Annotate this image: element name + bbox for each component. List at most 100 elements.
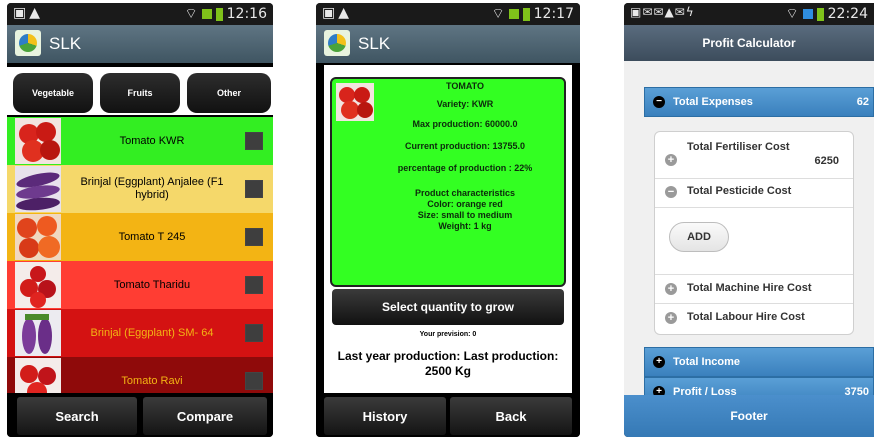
- battery-icon: [215, 7, 223, 21]
- prevision-text: Your prevision: 0: [419, 331, 477, 338]
- fertiliser-value: 6250: [814, 155, 839, 167]
- page-title: Profit Calculator: [624, 25, 874, 61]
- wifi-icon: ⌔: [184, 6, 198, 22]
- notification-icons: ▣✉✉▲✉ϟ: [630, 5, 695, 19]
- eggplant-image: [15, 310, 61, 356]
- pesticide-label: Total Pesticide Cost: [687, 185, 792, 197]
- app-logo-icon: [324, 30, 350, 56]
- status-time: 12:16: [226, 6, 267, 22]
- machine-hire-item[interactable]: + Total Machine Hire Cost: [655, 274, 853, 304]
- status-bar: ▣▲ ⌔ 12:17: [316, 3, 580, 25]
- item-label: Tomato Tharidu: [113, 278, 191, 291]
- search-button[interactable]: Search: [17, 397, 137, 435]
- plus-icon: +: [653, 356, 665, 368]
- wifi-icon: ⌔: [491, 6, 505, 22]
- phone-profit-calculator: ▣✉✉▲✉ϟ ⌔ 22:24 Profit Calculator − Total…: [624, 3, 874, 437]
- add-button[interactable]: ADD: [669, 222, 729, 252]
- minus-icon: −: [665, 186, 677, 198]
- product-name: TOMATO: [446, 81, 484, 91]
- tomato-image: [15, 214, 61, 260]
- app-bar: SLK: [7, 25, 273, 63]
- eggplant-image: [15, 166, 61, 212]
- list-item[interactable]: Tomato Tharidu: [7, 261, 273, 309]
- phone-product-detail: ▣▲ ⌔ 12:17 SLK TOMATO Variety: KWR Max p…: [316, 3, 580, 437]
- calculator-content: − Total Expenses 62 + Total Fertiliser C…: [624, 61, 874, 407]
- expenses-panel: + Total Fertiliser Cost 6250 − Total Pes…: [654, 131, 854, 335]
- labour-hire-item[interactable]: + Total Labour Hire Cost: [655, 304, 853, 332]
- tomato-image: [336, 83, 374, 121]
- bottom-bar: History Back: [316, 393, 580, 437]
- app-bar: SLK: [316, 25, 580, 63]
- app-title: SLK: [49, 34, 82, 53]
- compare-checkbox[interactable]: [245, 228, 263, 246]
- product-size: Size: small to medium: [417, 210, 513, 220]
- app-title: SLK: [358, 34, 391, 53]
- characteristics-title: Product characteristics: [414, 188, 516, 198]
- signal-icon: [802, 9, 813, 19]
- item-label: Tomato KWR: [119, 134, 185, 147]
- production-percentage: percentage of production : 22%: [397, 163, 533, 173]
- notification-icons: ▣▲: [322, 5, 352, 21]
- list-item[interactable]: Brinjal (Eggplant) SM- 64: [7, 309, 273, 357]
- select-quantity-button[interactable]: Select quantity to grow: [332, 289, 564, 325]
- total-expenses-value: 62: [856, 96, 869, 108]
- total-expenses-label: Total Expenses: [673, 96, 753, 108]
- tomato-image: [15, 118, 61, 164]
- status-bar: ▣▲ ⌔ 12:16: [7, 3, 273, 25]
- tab-fruits[interactable]: Fruits: [100, 73, 180, 113]
- status-bar: ▣✉✉▲✉ϟ ⌔ 22:24: [624, 3, 874, 25]
- tomato-image: [15, 262, 61, 308]
- tab-vegetable[interactable]: Vegetable: [13, 73, 93, 113]
- max-production: Max production: 60000.0: [412, 119, 518, 129]
- list-item[interactable]: Tomato KWR: [7, 117, 273, 165]
- total-income-header[interactable]: + Total Income: [644, 347, 874, 377]
- plus-icon: +: [665, 312, 677, 324]
- minus-icon: −: [653, 96, 665, 108]
- battery-icon: [816, 7, 824, 21]
- item-label: Tomato T 245: [118, 230, 186, 243]
- signal-icon: [201, 9, 212, 19]
- signal-icon: [508, 9, 519, 19]
- total-expenses-header[interactable]: − Total Expenses 62: [644, 87, 874, 117]
- footer: Footer: [624, 395, 874, 437]
- item-label: Brinjal (Eggplant) SM- 64: [90, 326, 214, 339]
- compare-checkbox[interactable]: [245, 276, 263, 294]
- total-income-label: Total Income: [673, 356, 741, 368]
- tab-other[interactable]: Other: [187, 73, 271, 113]
- app-logo-icon: [15, 30, 41, 56]
- labour-hire-label: Total Labour Hire Cost: [687, 311, 805, 323]
- list-item[interactable]: Tomato T 245: [7, 213, 273, 261]
- compare-checkbox[interactable]: [245, 324, 263, 342]
- compare-checkbox[interactable]: [245, 180, 263, 198]
- tomato-image: [15, 358, 61, 395]
- last-year-production: Last year production: Last production: 2…: [337, 349, 559, 378]
- compare-checkbox[interactable]: [245, 132, 263, 150]
- product-variety: Variety: KWR: [436, 99, 494, 109]
- battery-icon: [522, 7, 530, 21]
- machine-hire-label: Total Machine Hire Cost: [687, 282, 812, 294]
- item-label: Brinjal (Eggplant) Anjalee (F1 hybrid): [80, 176, 224, 201]
- compare-button[interactable]: Compare: [143, 397, 267, 435]
- produce-list: Tomato KWR Brinjal (Eggplant) Anjalee (F…: [7, 117, 273, 395]
- back-button[interactable]: Back: [450, 397, 572, 435]
- status-time: 22:24: [827, 6, 868, 22]
- status-time: 12:17: [533, 6, 574, 22]
- list-item[interactable]: Tomato Ravi: [7, 357, 273, 395]
- product-weight: Weight: 1 kg: [438, 221, 492, 231]
- compare-checkbox[interactable]: [245, 372, 263, 390]
- category-tabs: Vegetable Fruits Other: [7, 67, 273, 115]
- product-color: Color: orange red: [427, 199, 503, 209]
- plus-icon: +: [665, 154, 677, 166]
- item-label: Tomato Ravi: [121, 374, 183, 387]
- detail-content: TOMATO Variety: KWR Max production: 6000…: [324, 65, 572, 397]
- current-production: Current production: 13755.0: [404, 141, 526, 151]
- plus-icon: +: [665, 283, 677, 295]
- pesticide-item[interactable]: − Total Pesticide Cost: [655, 179, 853, 208]
- history-button[interactable]: History: [324, 397, 446, 435]
- list-item[interactable]: Brinjal (Eggplant) Anjalee (F1 hybrid): [7, 165, 273, 213]
- fertiliser-item[interactable]: + Total Fertiliser Cost 6250: [655, 140, 853, 179]
- notification-icons: ▣▲: [13, 5, 43, 21]
- fertiliser-label: Total Fertiliser Cost: [687, 141, 790, 153]
- phone-produce-list: ▣▲ ⌔ 12:16 SLK Vegetable Fruits Other To…: [7, 3, 273, 437]
- product-card: TOMATO Variety: KWR Max production: 6000…: [330, 77, 566, 287]
